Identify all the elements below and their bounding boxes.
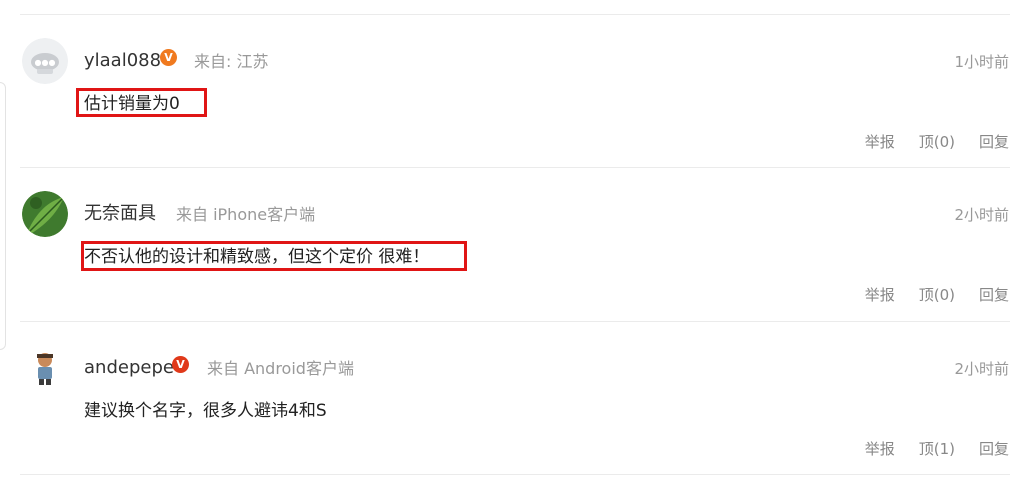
comment-actions: 举报 顶(0) 回复: [841, 132, 1009, 152]
comment-text: 建议换个名字，很多人避讳4和S: [84, 401, 327, 421]
comment-actions: 举报 顶(0) 回复: [841, 285, 1009, 305]
reply-button[interactable]: 回复: [979, 133, 1009, 151]
comment-item: andepepe V 来自 Android客户端 2小时前 建议换个名字，很多人…: [0, 321, 1024, 471]
comment-actions: 举报 顶(1) 回复: [841, 439, 1009, 459]
reply-button[interactable]: 回复: [979, 286, 1009, 304]
upvote-button[interactable]: 顶(0): [919, 133, 955, 151]
comment-time: 2小时前: [954, 360, 1009, 378]
highlight-box: [81, 241, 467, 271]
username[interactable]: ylaal088: [84, 50, 161, 72]
divider: [20, 474, 1010, 475]
avatar[interactable]: ●●●: [22, 38, 68, 84]
comment-time: 2小时前: [954, 206, 1009, 224]
username[interactable]: andepepe: [84, 357, 174, 379]
comment-time: 1小时前: [954, 53, 1009, 71]
comment-source: 来自 iPhone客户端: [176, 205, 316, 224]
report-button[interactable]: 举报: [865, 133, 895, 151]
comment-item: 无奈面具 来自 iPhone客户端 2小时前 不否认他的设计和精致感，但这个定价…: [0, 167, 1024, 317]
verified-badge-icon: V: [172, 356, 189, 373]
report-button[interactable]: 举报: [865, 286, 895, 304]
comment-item: ●●● ylaal088 V 来自: 江苏 1小时前 估计销量为0 举报 顶(0)…: [0, 14, 1024, 164]
upvote-button[interactable]: 顶(1): [919, 440, 955, 458]
reply-button[interactable]: 回复: [979, 440, 1009, 458]
svg-text:●●●: ●●●: [35, 58, 56, 67]
comment-source: 来自: 江苏: [194, 52, 269, 71]
username[interactable]: 无奈面具: [84, 203, 156, 225]
comment-source: 来自 Android客户端: [207, 359, 354, 378]
avatar[interactable]: [22, 345, 68, 391]
highlight-box: [76, 88, 207, 117]
avatar[interactable]: [22, 191, 68, 237]
upvote-button[interactable]: 顶(0): [919, 286, 955, 304]
verified-badge-icon: V: [160, 49, 177, 66]
report-button[interactable]: 举报: [865, 440, 895, 458]
